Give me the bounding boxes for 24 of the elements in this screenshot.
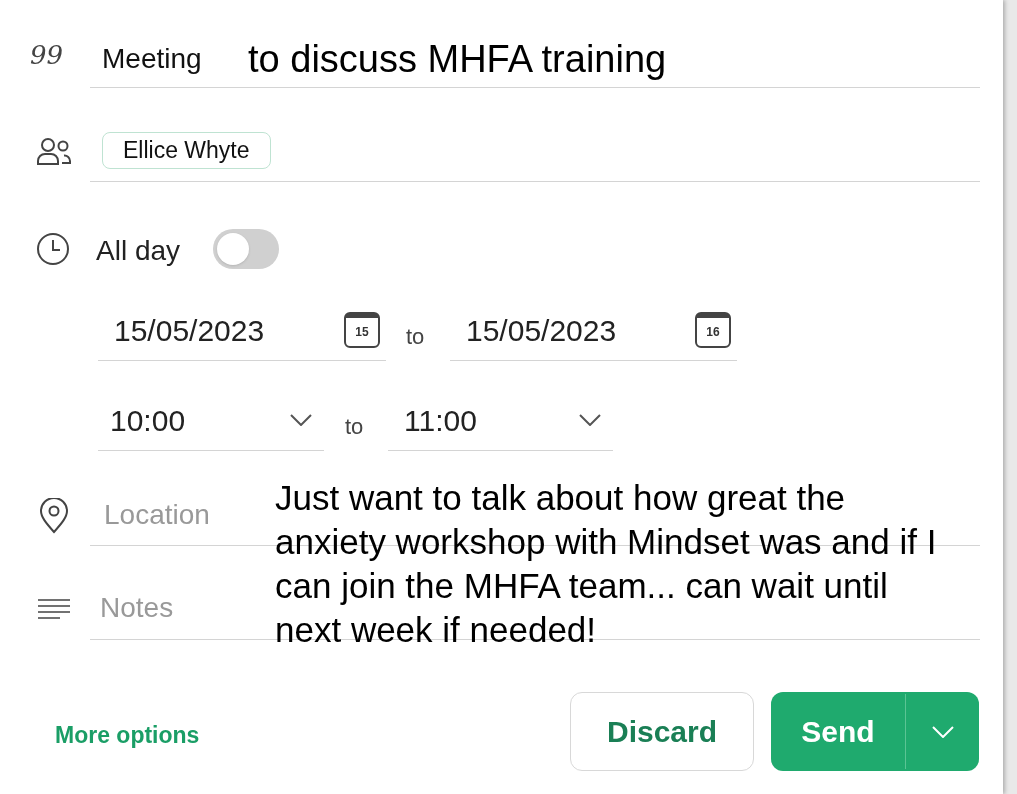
overlay-text: Just want to talk about how great the anxiety workshop with Mindset was and if I can join the MHFA team... can wait until next week if needed!: [275, 477, 938, 651]
attendee-chip[interactable]: Ellice Whyte: [102, 132, 271, 169]
chevron-down-icon: [579, 414, 601, 426]
all-day-toggle[interactable]: [213, 229, 279, 269]
chevron-down-icon: [290, 414, 312, 426]
clock-icon: [36, 232, 70, 266]
start-time-dropdown[interactable]: 10:00: [98, 390, 324, 451]
separator-text: to: [406, 323, 425, 351]
end-time-dropdown[interactable]: 11:00: [388, 390, 613, 451]
calendar-icon[interactable]: 15: [344, 312, 380, 348]
chevron-down-icon: [931, 725, 954, 738]
discard-button[interactable]: Discard: [570, 692, 754, 771]
quote-mark-icon: 99: [30, 28, 64, 68]
notes-icon: [37, 598, 71, 620]
location-field[interactable]: Location: [90, 485, 270, 545]
location-pin-icon: [39, 498, 69, 534]
notes-field[interactable]: Notes: [90, 576, 270, 639]
calendar-icon[interactable]: 16: [695, 312, 731, 348]
separator-text: to: [345, 413, 364, 441]
end-date-field[interactable]: 15/05/2023 16: [450, 300, 737, 361]
all-day-label: All day: [96, 234, 181, 268]
people-icon: [36, 137, 72, 165]
overlay-text: to discuss MHFA training: [248, 37, 667, 82]
start-date-field[interactable]: 15/05/2023 15: [98, 300, 386, 361]
